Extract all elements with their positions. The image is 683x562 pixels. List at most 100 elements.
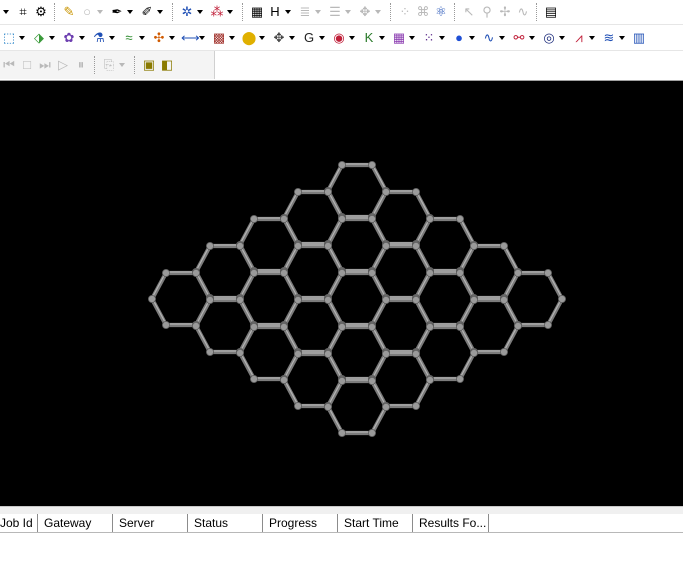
chevron-down-icon[interactable] — [439, 35, 445, 40]
carbon-atom[interactable] — [367, 268, 376, 277]
sketch-tool-button[interactable]: ✐ — [138, 2, 168, 22]
carbon-atom[interactable] — [293, 241, 302, 250]
chevron-down-icon[interactable] — [529, 35, 535, 40]
chevron-down-icon[interactable] — [229, 35, 235, 40]
chevron-down-icon[interactable] — [589, 35, 595, 40]
surface-button[interactable]: ⬗ — [30, 28, 60, 48]
move-button[interactable]: ✥ — [356, 2, 386, 22]
carbon-atom[interactable] — [455, 214, 464, 223]
panel-button[interactable]: ▤ — [542, 2, 560, 22]
column-status[interactable]: Status — [188, 514, 263, 532]
splitter-bar[interactable] — [0, 506, 683, 514]
carbon-atom[interactable] — [205, 295, 214, 304]
carbon-atom[interactable] — [337, 428, 346, 437]
chevron-down-icon[interactable] — [409, 35, 415, 40]
circle-button[interactable]: ○ — [78, 2, 108, 22]
carbon-atom[interactable] — [425, 268, 434, 277]
chevron-down-icon[interactable] — [345, 10, 351, 14]
carbon-atom[interactable] — [367, 214, 376, 223]
carbon-atom[interactable] — [411, 295, 420, 304]
carbon-atom[interactable] — [279, 214, 288, 223]
column-job-id[interactable]: Job Id — [0, 514, 38, 532]
carbon-atom[interactable] — [293, 401, 302, 410]
chevron-down-icon[interactable] — [319, 35, 325, 40]
dropdown-arrow-button[interactable] — [0, 2, 14, 22]
cluster-button[interactable]: ✿ — [60, 28, 90, 48]
stream-button[interactable]: ≋ — [600, 28, 630, 48]
dots-button[interactable]: ⁙ — [420, 28, 450, 48]
symmetry-button[interactable]: ⁘ — [396, 2, 414, 22]
carbon-atom[interactable] — [469, 241, 478, 250]
clean-structure-button[interactable]: ✲ — [178, 2, 208, 22]
column-progress[interactable]: Progress — [263, 514, 338, 532]
sketch-pen-button[interactable]: ✒ — [108, 2, 138, 22]
rewind-button[interactable]: ⏮ — [0, 55, 18, 75]
carbon-atom[interactable] — [558, 294, 567, 303]
carbon-atom[interactable] — [514, 321, 523, 330]
carbon-atom[interactable] — [381, 402, 390, 411]
3d-structure-viewport[interactable] — [0, 80, 683, 507]
carbon-atom[interactable] — [337, 214, 346, 223]
fit-to-window-button[interactable]: ⌗ — [14, 2, 32, 22]
carbon-atom[interactable] — [323, 402, 332, 411]
chevron-down-icon[interactable] — [199, 35, 205, 40]
chevron-down-icon[interactable] — [315, 10, 321, 14]
chevron-down-icon[interactable] — [379, 35, 385, 40]
table-button[interactable]: ▥ — [630, 28, 648, 48]
carbon-atom[interactable] — [293, 188, 302, 197]
carbon-atom[interactable] — [147, 294, 156, 303]
carbon-atom[interactable] — [411, 401, 420, 410]
chevron-down-icon[interactable] — [119, 63, 125, 67]
translate-button[interactable]: ✢ — [496, 2, 514, 22]
spectrum-button[interactable]: ∿ — [514, 2, 532, 22]
diamond-lattice-button[interactable]: ✥ — [270, 28, 300, 48]
carbon-atom[interactable] — [337, 322, 346, 331]
chevron-down-icon[interactable] — [127, 10, 133, 14]
carbon-atom[interactable] — [381, 188, 390, 197]
carbon-atom[interactable] — [425, 375, 434, 384]
chevron-down-icon[interactable] — [3, 10, 9, 14]
nanostructure-button[interactable]: ✣ — [150, 28, 180, 48]
chevron-down-icon[interactable] — [139, 35, 145, 40]
carbon-atom[interactable] — [367, 428, 376, 437]
k-button[interactable]: K — [360, 28, 390, 48]
carbon-atom[interactable] — [425, 214, 434, 223]
flask-button[interactable]: ⚗ — [90, 28, 120, 48]
chevron-down-icon[interactable] — [559, 35, 565, 40]
g-button[interactable]: G — [300, 28, 330, 48]
play-button[interactable]: ▷ — [54, 55, 72, 75]
carbon-atom[interactable] — [293, 295, 302, 304]
chevron-down-icon[interactable] — [259, 35, 265, 40]
carbon-atom[interactable] — [293, 349, 302, 358]
carbon-atom[interactable] — [323, 349, 332, 358]
carbon-atom[interactable] — [249, 322, 258, 331]
texture-button[interactable]: ▦ — [390, 28, 420, 48]
carbon-atom[interactable] — [161, 268, 170, 277]
chevron-down-icon[interactable] — [97, 10, 103, 14]
carbon-atom[interactable] — [367, 322, 376, 331]
chevron-down-icon[interactable] — [469, 35, 475, 40]
column-results-folder[interactable]: Results Fo... — [413, 514, 489, 532]
chevron-down-icon[interactable] — [49, 35, 55, 40]
carbon-atom[interactable] — [455, 322, 464, 331]
pencil-button[interactable]: ✎ — [60, 2, 78, 22]
box-yellow-button[interactable]: ◧ — [158, 55, 176, 75]
chevron-down-icon[interactable] — [499, 35, 505, 40]
carbon-atom[interactable] — [279, 322, 288, 331]
chevron-down-icon[interactable] — [285, 10, 291, 14]
carbon-atom[interactable] — [367, 161, 376, 170]
chevron-down-icon[interactable] — [227, 10, 233, 14]
carbon-atom[interactable] — [411, 188, 420, 197]
graph-button[interactable]: ⩘ — [570, 28, 600, 48]
carbon-atom[interactable] — [161, 320, 170, 329]
cube-yellow-button[interactable]: ▣ — [140, 55, 158, 75]
zoom-button[interactable]: ⚲ — [478, 2, 496, 22]
step-forward-button[interactable]: ⏭ — [36, 55, 54, 75]
curve-button[interactable]: ∿ — [480, 28, 510, 48]
dna-button[interactable]: ⚯ — [510, 28, 540, 48]
abc-button[interactable]: ⌘ — [414, 2, 432, 22]
column-start-time[interactable]: Start Time — [338, 514, 413, 532]
pause-button[interactable]: ⏸ — [72, 55, 90, 75]
carbon-atom[interactable] — [235, 241, 244, 250]
carbon-atom[interactable] — [249, 214, 258, 223]
